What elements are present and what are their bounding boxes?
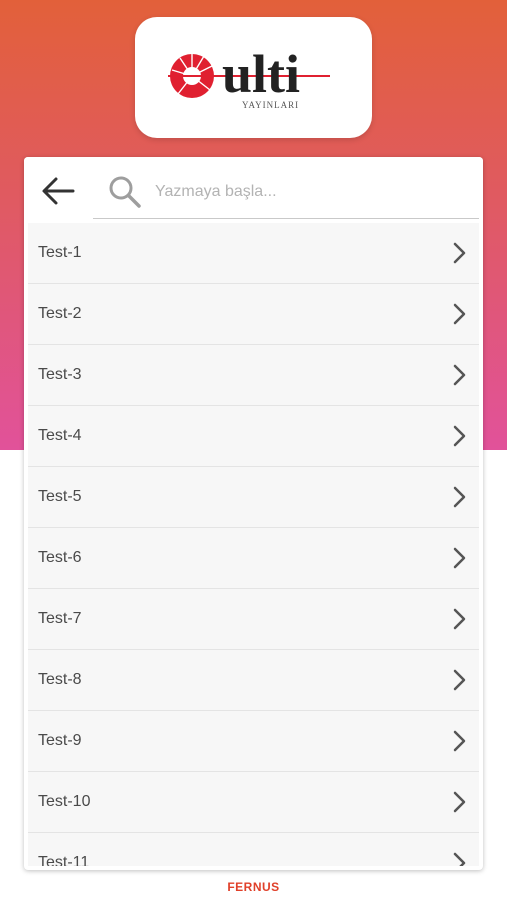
list-item[interactable]: Test-4 [28,406,479,467]
chevron-right-icon [453,852,466,866]
search-bar [24,157,483,223]
app-screen: ulti YAYINLARI Test-1Test-2Test-3Test-4T… [0,0,507,900]
logo-subtitle: YAYINLARI [242,100,299,110]
list-item-label: Test-7 [38,610,82,627]
list-item-label: Test-6 [38,549,82,566]
chevron-right-icon [453,608,466,630]
search-field[interactable] [93,165,479,219]
chevron-right-icon [453,242,466,264]
chevron-right-icon [453,364,466,386]
chevron-right-icon [453,547,466,569]
logo-wordmark: ulti [222,44,300,104]
list-item[interactable]: Test-9 [28,711,479,772]
list-item-label: Test-3 [38,366,82,383]
list-item-label: Test-1 [38,244,82,261]
back-button[interactable] [38,171,78,211]
list-item[interactable]: Test-8 [28,650,479,711]
list-item[interactable]: Test-6 [28,528,479,589]
chevron-right-icon [453,669,466,691]
results-list: Test-1 Test-2 Test-3 Test-4 Test-5 Test-6 Test… [28,223,479,866]
search-input[interactable] [155,171,479,212]
logo-card: ulti YAYINLARI [135,17,372,138]
list-item-label: Test-8 [38,671,82,688]
list-item-label: Test-10 [38,793,91,810]
list-item-label: Test-9 [38,732,82,749]
search-icon [109,176,141,208]
list-item[interactable]: Test-7 [28,589,479,650]
ulti-logo: ulti YAYINLARI [167,44,330,110]
list-item-label: Test-4 [38,427,82,444]
search-panel: Test-1 Test-2 Test-3 Test-4 Test-5 Test-6 Test… [24,157,483,870]
list-item-label: Test-11 [38,854,90,866]
chevron-right-icon [453,730,466,752]
list-item[interactable]: Test-5 [28,467,479,528]
list-item[interactable]: Test-3 [28,345,479,406]
list-item-label: Test-5 [38,488,82,505]
arrow-left-icon [42,177,75,205]
chevron-right-icon [453,303,466,325]
list-item[interactable]: Test-10 [28,772,479,833]
chevron-right-icon [453,486,466,508]
list-item-label: Test-2 [38,305,82,322]
list-item[interactable]: Test-1 [28,223,479,284]
list-item[interactable]: Test-11 [28,833,479,866]
footer-brand: FERNUS [227,880,280,894]
list-item[interactable]: Test-2 [28,284,479,345]
chevron-right-icon [453,425,466,447]
chevron-right-icon [453,791,466,813]
